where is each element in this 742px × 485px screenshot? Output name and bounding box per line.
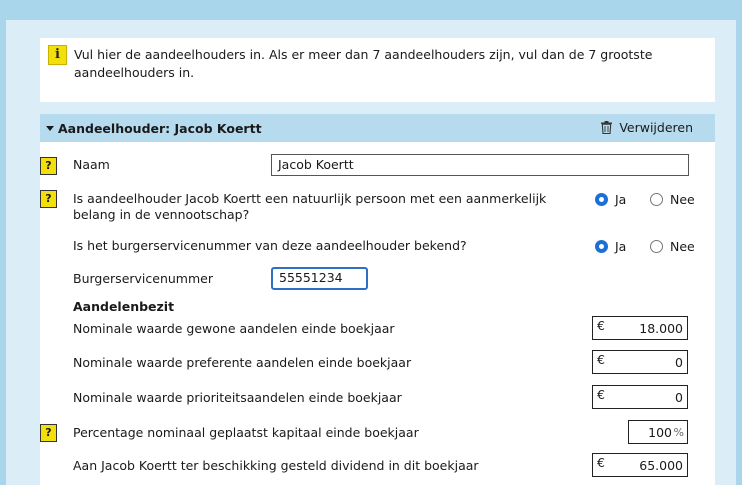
remove-shareholder-button[interactable]: Verwijderen (601, 120, 693, 135)
bsn-bekend-nee-radio[interactable]: Nee (650, 239, 695, 254)
prioriteitsaandelen-input[interactable]: € 0 (592, 385, 688, 409)
gewone-aandelen-label: Nominale waarde gewone aandelen einde bo… (73, 321, 395, 336)
preferente-aandelen-input[interactable]: € 0 (592, 350, 688, 374)
bsn-bekend-ja-radio[interactable]: Ja (595, 239, 626, 254)
euro-icon: € (597, 318, 605, 333)
gewone-aandelen-value: 18.000 (639, 321, 683, 336)
info-icon: i (48, 45, 67, 65)
preferente-aandelen-label: Nominale waarde preferente aandelen eind… (73, 355, 412, 370)
euro-icon: € (597, 387, 605, 402)
bsn-label: Burgerservicenummer (73, 271, 213, 286)
bsn-bekend-label: Is het burgerservicenummer van deze aand… (73, 238, 467, 253)
prioriteitsaandelen-value: 0 (675, 390, 683, 405)
radio-unselected-icon (650, 193, 663, 206)
dividend-label: Aan Jacob Koertt ter beschikking gesteld… (73, 458, 479, 473)
natuurlijk-ja-label: Ja (615, 192, 627, 207)
natuurlijk-nee-radio[interactable]: Nee (650, 192, 695, 207)
gewone-aandelen-input[interactable]: € 18.000 (592, 316, 688, 340)
percentage-input[interactable]: 100 % (628, 420, 688, 444)
aandelenbezit-heading: Aandelenbezit (73, 299, 175, 314)
collapse-caret-icon[interactable] (46, 125, 54, 131)
radio-selected-icon (595, 193, 608, 206)
trash-icon (601, 121, 613, 134)
shareholder-section-header[interactable]: Aandeelhouder: Jacob Koertt Verwijderen (40, 114, 715, 142)
percentage-value: 100 (648, 425, 672, 440)
shareholder-form: ? Naam Jacob Koertt ? Is aandeelhouder J… (40, 142, 715, 485)
natuurlijk-ja-radio[interactable]: Ja (595, 192, 626, 207)
dividend-input[interactable]: € 65.000 (592, 453, 688, 477)
info-text: Vul hier de aandeelhouders in. Als er me… (74, 47, 653, 80)
prioriteitsaandelen-label: Nominale waarde prioriteitsaandelen eind… (73, 390, 402, 405)
top-bar (0, 0, 742, 20)
bsn-bekend-ja-label: Ja (615, 239, 627, 254)
naam-input[interactable]: Jacob Koertt (271, 154, 689, 176)
euro-icon: € (597, 352, 605, 367)
help-naam-icon[interactable]: ? (40, 157, 57, 175)
help-percentage-icon[interactable]: ? (40, 424, 57, 442)
bsn-input[interactable]: 55551234 (271, 267, 368, 290)
radio-unselected-icon (650, 240, 663, 253)
dividend-value: 65.000 (639, 458, 683, 473)
percentage-label: Percentage nominaal geplaatst kapitaal e… (73, 425, 419, 440)
bsn-bekend-nee-label: Nee (670, 239, 695, 254)
naam-label: Naam (73, 157, 110, 172)
info-box: i Vul hier de aandeelhouders in. Als er … (40, 38, 715, 102)
natuurlijk-nee-label: Nee (670, 192, 695, 207)
remove-label: Verwijderen (619, 120, 693, 135)
natuurlijk-persoon-label: Is aandeelhouder Jacob Koertt een natuur… (73, 191, 547, 222)
euro-icon: € (597, 455, 605, 470)
help-natuurlijk-icon[interactable]: ? (40, 190, 57, 208)
percent-icon: % (673, 426, 684, 439)
radio-selected-icon (595, 240, 608, 253)
section-title: Aandeelhouder: Jacob Koertt (58, 120, 262, 136)
preferente-aandelen-value: 0 (675, 355, 683, 370)
